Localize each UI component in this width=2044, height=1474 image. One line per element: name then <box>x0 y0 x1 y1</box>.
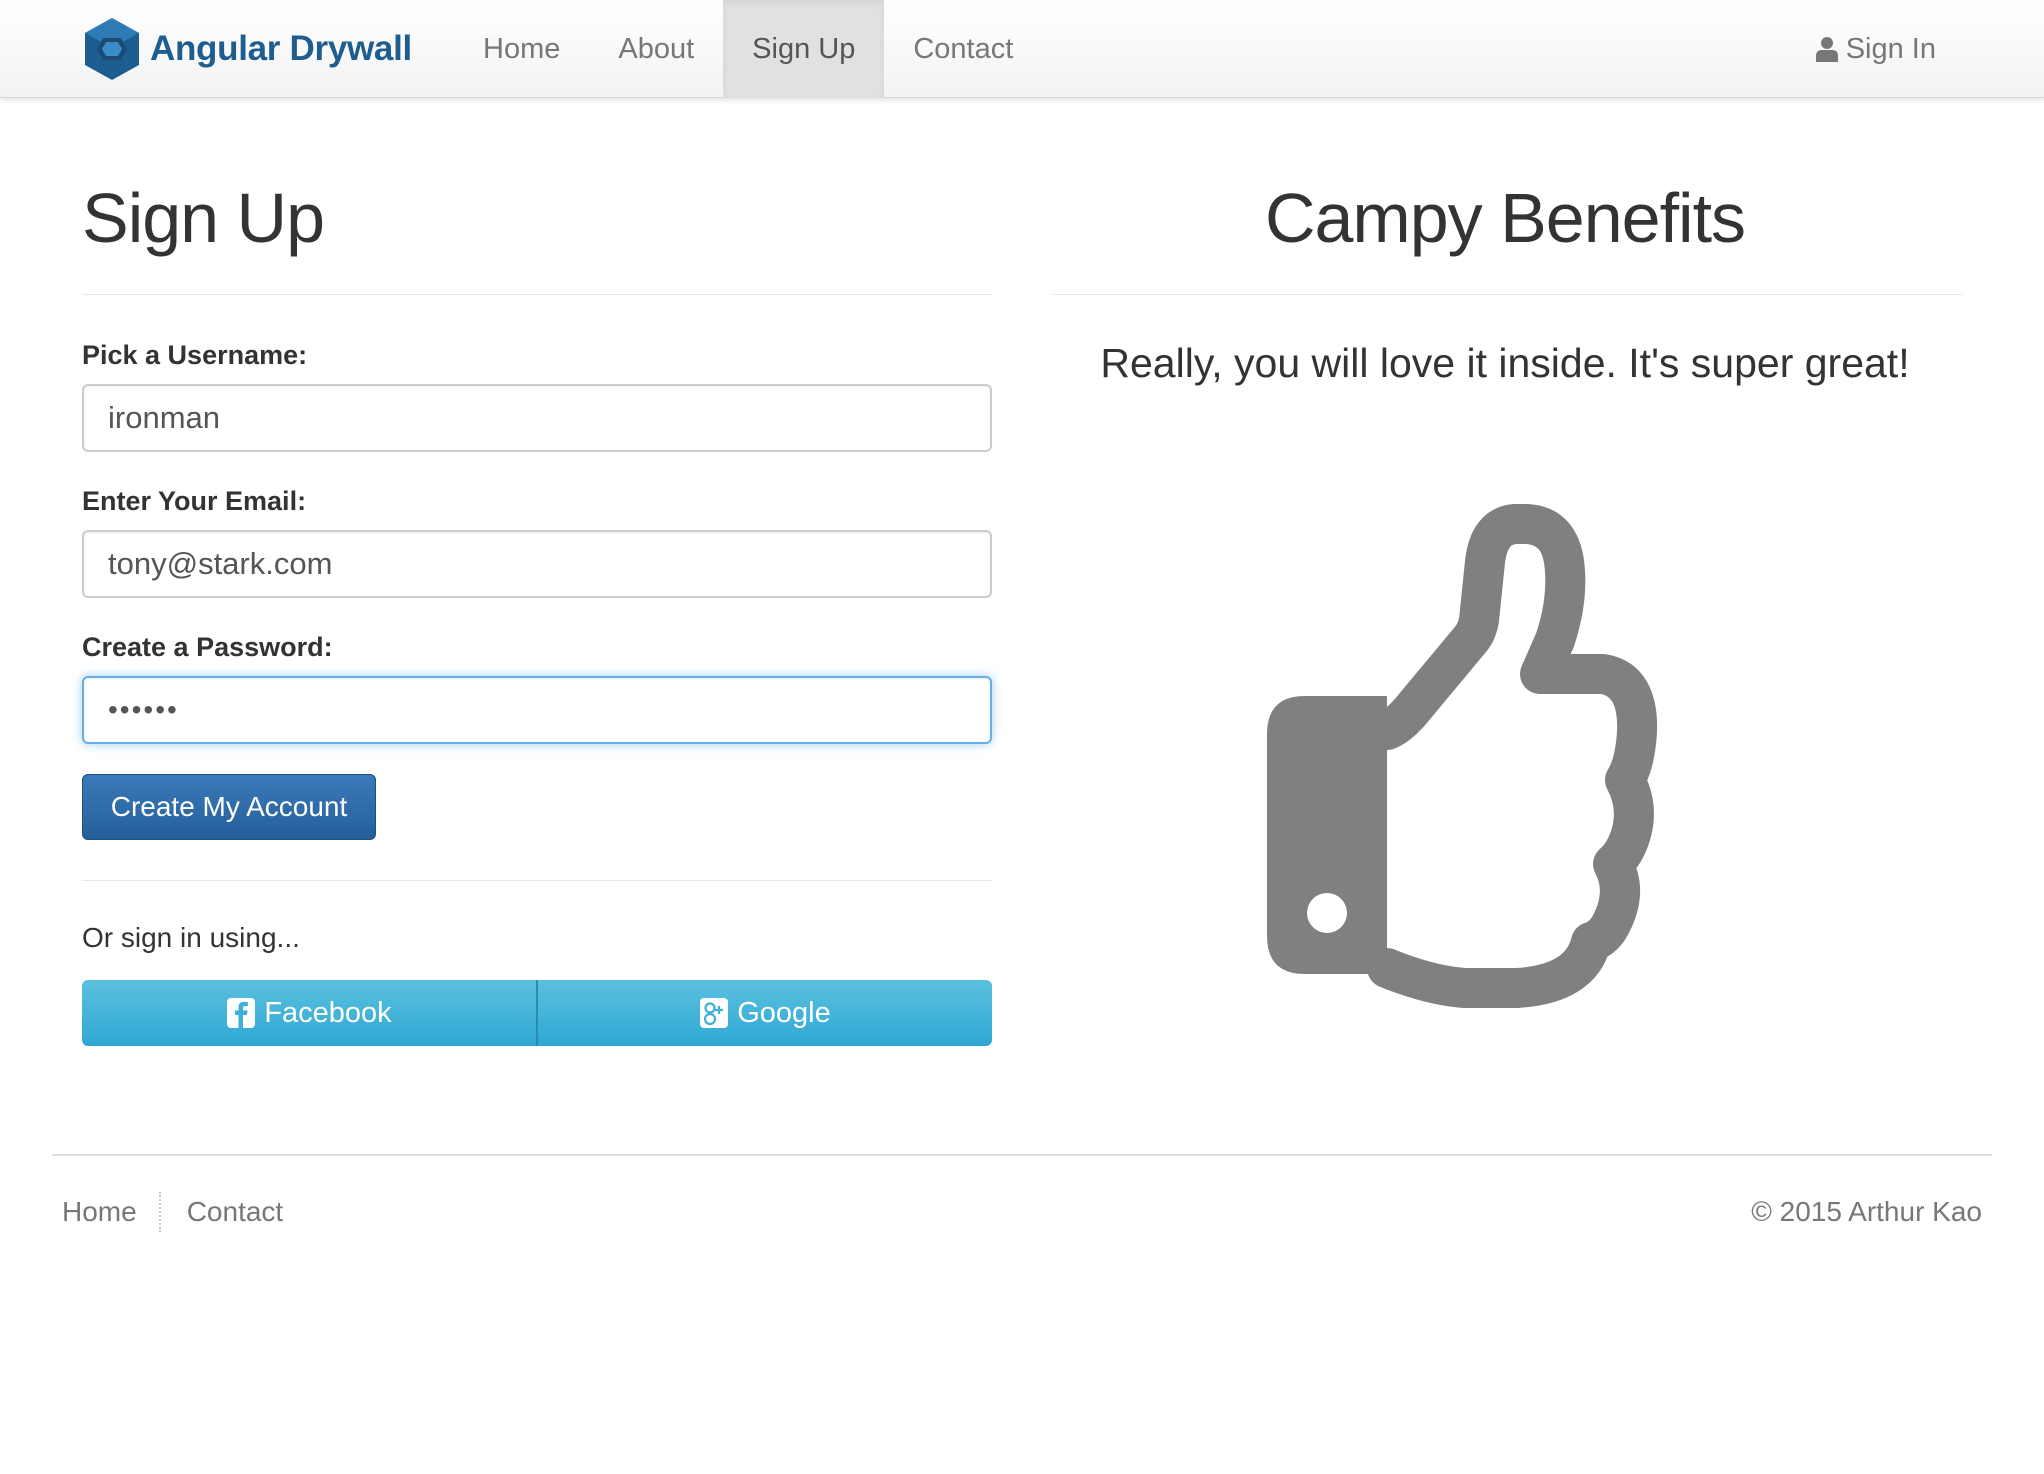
email-label: Enter Your Email: <box>82 486 307 516</box>
benefits-text: Really, you will love it inside. It's su… <box>1100 340 1910 386</box>
social-signin-group: Facebook Google <box>82 980 992 1046</box>
copyright: © 2015 Arthur Kao <box>1751 1196 1982 1227</box>
footer-home-link[interactable]: Home <box>62 1196 137 1228</box>
signup-title: Sign Up <box>82 179 325 257</box>
footer-separator <box>158 1192 161 1232</box>
facebook-button[interactable]: Facebook <box>82 980 536 1046</box>
benefits-divider <box>1052 294 1962 295</box>
google-label: Google <box>737 996 831 1029</box>
username-label: Pick a Username: <box>82 340 308 370</box>
sign-in-label: Sign In <box>1845 33 1936 65</box>
password-input[interactable] <box>82 676 992 744</box>
footer-divider <box>52 1154 1992 1156</box>
navbar: Angular Drywall Home About Sign Up Conta… <box>0 0 2044 98</box>
brand-link[interactable]: Angular Drywall <box>82 16 412 82</box>
username-input[interactable] <box>82 384 992 452</box>
social-signin-prompt: Or sign in using... <box>82 922 300 953</box>
user-icon <box>1815 37 1838 62</box>
brand-name: Angular Drywall <box>150 29 412 68</box>
nav-about[interactable]: About <box>589 0 723 98</box>
benefits-title: Campy Benefits <box>1264 179 1746 257</box>
google-plus-icon <box>700 998 729 1028</box>
password-label: Create a Password: <box>82 632 333 662</box>
form-divider <box>82 880 992 881</box>
title-divider <box>82 294 992 295</box>
main-nav: Home About Sign Up Contact <box>454 0 1042 98</box>
thumbs-up-icon <box>1267 504 1658 1008</box>
nav-contact[interactable]: Contact <box>884 0 1042 98</box>
nav-sign-up[interactable]: Sign Up <box>723 0 885 98</box>
sign-in-link[interactable]: Sign In <box>1815 0 1936 98</box>
brand-logo-icon <box>85 18 139 80</box>
create-account-button[interactable]: Create My Account <box>82 774 376 840</box>
google-button[interactable]: Google <box>536 980 992 1046</box>
facebook-icon <box>227 998 256 1028</box>
nav-home[interactable]: Home <box>454 0 589 98</box>
footer-contact-link[interactable]: Contact <box>187 1196 284 1228</box>
email-input[interactable] <box>82 530 992 598</box>
facebook-label: Facebook <box>264 996 392 1029</box>
footer-nav: Home Contact <box>62 1192 283 1232</box>
